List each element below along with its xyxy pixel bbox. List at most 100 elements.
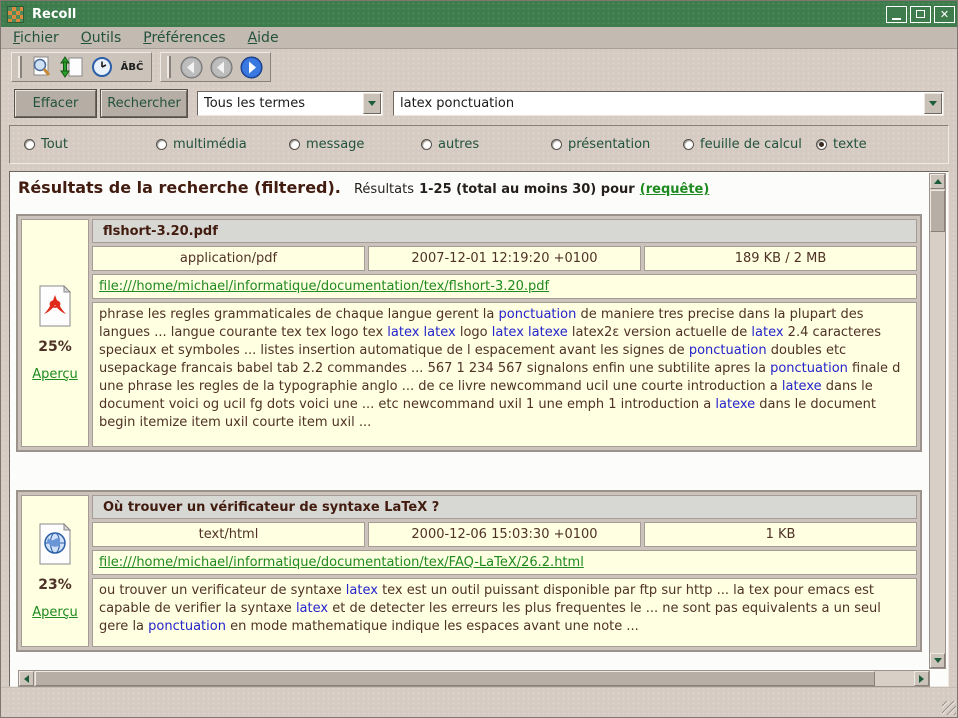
radio-icon xyxy=(24,139,35,150)
recoll-app-icon xyxy=(7,6,24,23)
result-item-2: 23% Aperçu Où trouver un vérificateur de… xyxy=(16,490,922,652)
results-count-prefix: Résultats xyxy=(354,182,414,197)
menu-aide[interactable]: Aide xyxy=(248,30,279,46)
result-date: 2000-12-06 15:03:30 +0100 xyxy=(368,522,641,547)
result-size: 1 KB xyxy=(644,522,917,547)
term-explorer-icon: ÂBĈ xyxy=(121,62,144,73)
clock-sort-icon xyxy=(90,55,114,79)
search-query-input[interactable] xyxy=(394,96,924,111)
horizontal-scrollbar[interactable] xyxy=(18,670,930,687)
filter-radio-autres[interactable]: autres xyxy=(421,137,479,152)
result-2-main: Où trouver un vérificateur de syntaxe La… xyxy=(92,495,917,647)
horizontal-scrollbar-thumb[interactable] xyxy=(35,671,875,686)
sort-document-button[interactable] xyxy=(59,54,85,80)
result-2-side: 23% Aperçu xyxy=(21,495,89,647)
filter-radio-message[interactable]: message xyxy=(289,137,364,152)
result-1-side: 25% Aperçu xyxy=(21,219,89,447)
preview-link[interactable]: Aperçu xyxy=(32,605,78,620)
filter-radio-feuille-de-calcul[interactable]: feuille de calcul xyxy=(683,137,802,152)
preview-link[interactable]: Aperçu xyxy=(32,367,78,382)
menu-preferences[interactable]: Préférences xyxy=(143,30,225,46)
statusbar xyxy=(1,687,958,718)
filter-radio-presentation[interactable]: présentation xyxy=(551,137,650,152)
resize-grip[interactable] xyxy=(942,701,956,715)
result-title: Où trouver un vérificateur de syntaxe La… xyxy=(92,495,917,519)
result-title: flshort-3.20.pdf xyxy=(92,219,917,243)
titlebar[interactable]: Recoll ✕ xyxy=(1,1,958,27)
toolbar-group-navigation xyxy=(160,52,271,82)
filter-radio-tout[interactable]: Tout xyxy=(24,137,68,152)
clock-sort-button[interactable] xyxy=(89,54,115,80)
sort-document-icon xyxy=(60,55,84,79)
menu-outils[interactable]: Outils xyxy=(81,30,121,46)
menu-fichier[interactable]: Fichier xyxy=(13,30,59,46)
next-page-icon xyxy=(240,56,263,79)
first-page-button[interactable] xyxy=(178,54,204,80)
relevance-percent: 23% xyxy=(38,577,72,593)
results-pane: Résultats de la recherche (filtered). Ré… xyxy=(9,171,949,687)
result-size: 189 KB / 2 MB xyxy=(644,246,917,271)
search-mode-dropdown-button[interactable] xyxy=(363,93,381,114)
chevron-down-icon xyxy=(368,101,376,106)
result-url-link[interactable]: file:///home/michael/informatique/docume… xyxy=(99,279,549,294)
query-link[interactable]: (requête) xyxy=(640,182,710,197)
pdf-file-icon xyxy=(37,285,73,327)
search-button[interactable]: Rechercher xyxy=(101,90,187,117)
radio-icon xyxy=(421,139,432,150)
result-item-1: 25% Aperçu flshort-3.20.pdf application/… xyxy=(16,214,922,452)
first-page-icon xyxy=(180,56,203,79)
result-meta-row: application/pdf 2007-12-01 12:19:20 +010… xyxy=(92,246,917,271)
minimize-button[interactable] xyxy=(886,6,907,23)
arrow-down-icon xyxy=(934,658,942,663)
window-controls: ✕ xyxy=(886,6,955,23)
previous-page-button[interactable] xyxy=(208,54,234,80)
previous-page-icon xyxy=(210,56,233,79)
maximize-button[interactable] xyxy=(910,6,931,23)
scroll-down-button[interactable] xyxy=(930,653,945,668)
result-snippet: phrase les regles grammaticales de chaqu… xyxy=(92,302,917,447)
toolbar: ÂBĈ xyxy=(1,50,958,84)
search-query-combo xyxy=(393,91,944,116)
toolbar-handle[interactable] xyxy=(167,56,171,78)
vertical-scrollbar[interactable] xyxy=(929,173,946,669)
result-mime-type: text/html xyxy=(92,522,365,547)
search-mode-value: Tous les termes xyxy=(198,96,363,111)
result-url-link[interactable]: file:///home/michael/informatique/docume… xyxy=(99,555,584,570)
results-count-range: 1-25 (total au moins 30) pour xyxy=(419,182,635,197)
result-1-main: flshort-3.20.pdf application/pdf 2007-12… xyxy=(92,219,917,447)
close-button[interactable]: ✕ xyxy=(934,6,955,23)
recoll-window: Recoll ✕ Fichier Outils Préférences Aide xyxy=(0,0,958,718)
result-url-row: file:///home/michael/informatique/docume… xyxy=(92,550,917,575)
arrow-up-icon xyxy=(934,179,942,184)
vertical-scrollbar-thumb[interactable] xyxy=(930,190,945,232)
next-page-button[interactable] xyxy=(238,54,264,80)
category-filter-panel: Tout multimédia message autres présentat… xyxy=(9,125,949,164)
close-icon: ✕ xyxy=(940,9,949,20)
result-snippet: ou trouver un verificateur de syntaxe la… xyxy=(92,578,917,647)
radio-icon xyxy=(551,139,562,150)
menubar: Fichier Outils Préférences Aide xyxy=(1,27,958,49)
radio-icon xyxy=(683,139,694,150)
arrow-right-icon xyxy=(919,675,924,683)
document-preview-button[interactable] xyxy=(29,54,55,80)
toolbar-handle[interactable] xyxy=(18,56,22,78)
result-date: 2007-12-01 12:19:20 +0100 xyxy=(368,246,641,271)
search-mode-select[interactable]: Tous les termes xyxy=(197,91,383,116)
chevron-down-icon xyxy=(929,101,937,106)
result-meta-row: text/html 2000-12-06 15:03:30 +0100 1 KB xyxy=(92,522,917,547)
filter-radio-texte[interactable]: texte xyxy=(816,137,867,152)
search-query-dropdown-button[interactable] xyxy=(924,93,942,114)
scroll-right-button[interactable] xyxy=(914,671,929,686)
filter-radio-multimedia[interactable]: multimédia xyxy=(156,137,247,152)
radio-icon xyxy=(289,139,300,150)
result-mime-type: application/pdf xyxy=(92,246,365,271)
toolbar-group-tools: ÂBĈ xyxy=(11,52,152,82)
clear-button[interactable]: Effacer xyxy=(15,90,96,117)
scroll-left-button[interactable] xyxy=(19,671,34,686)
term-explorer-button[interactable]: ÂBĈ xyxy=(119,54,145,80)
maximize-icon xyxy=(916,10,925,18)
relevance-percent: 25% xyxy=(38,339,72,355)
window-title: Recoll xyxy=(32,7,76,22)
scroll-up-button[interactable] xyxy=(930,174,945,189)
document-preview-icon xyxy=(30,55,54,79)
